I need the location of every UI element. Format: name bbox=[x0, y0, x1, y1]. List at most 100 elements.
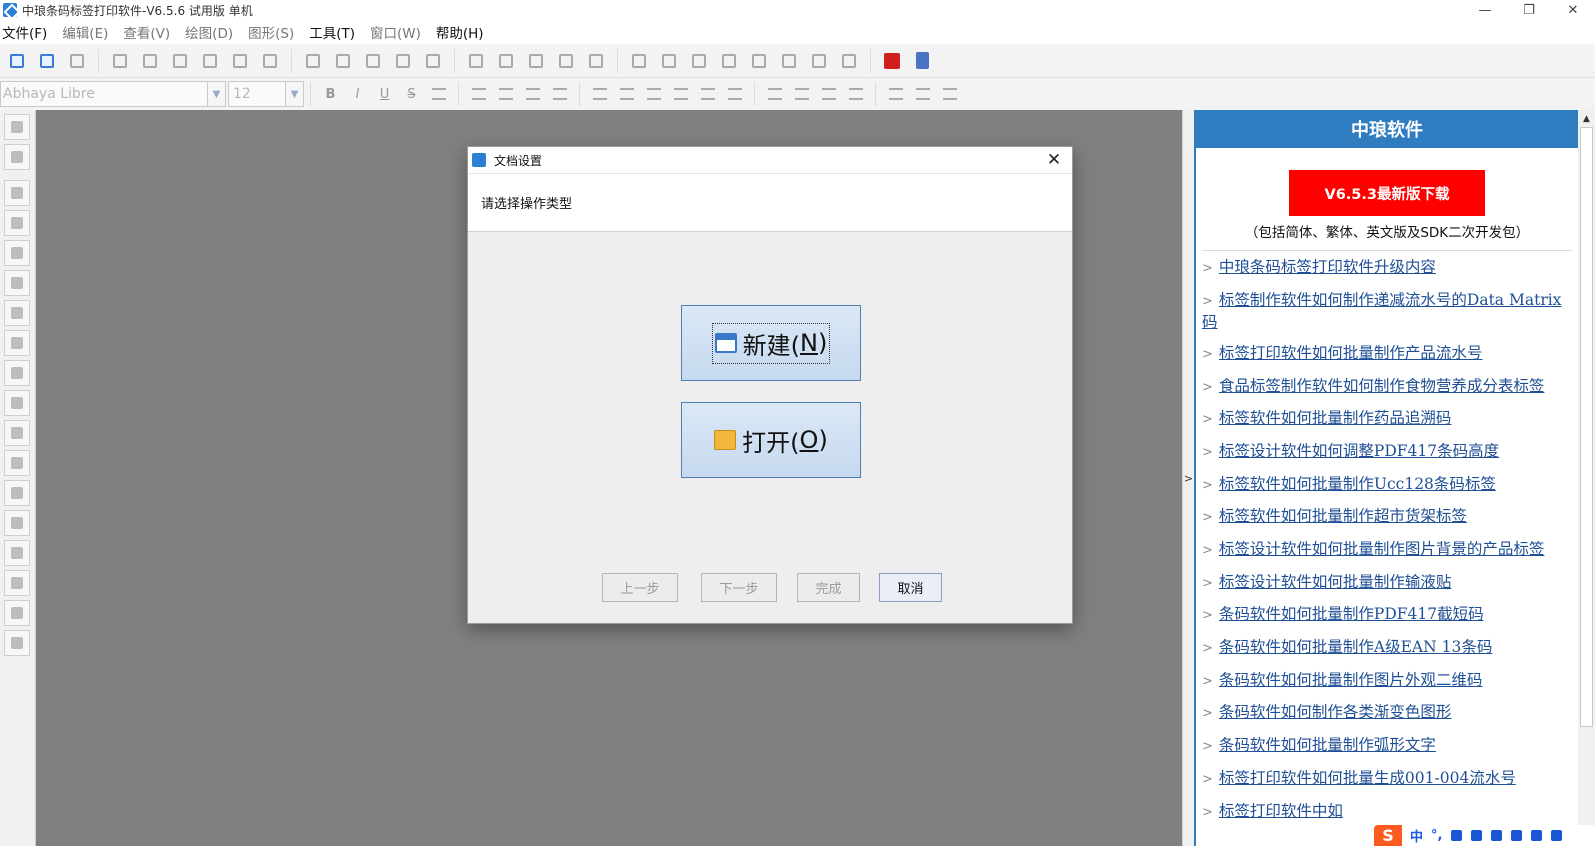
zoom-button[interactable] bbox=[523, 48, 549, 74]
same-height-button[interactable] bbox=[789, 81, 815, 107]
scroll-up-icon[interactable]: ▲ bbox=[1578, 110, 1595, 127]
send-back-button[interactable] bbox=[656, 48, 682, 74]
export-pdf-button[interactable] bbox=[879, 48, 905, 74]
open-document-button[interactable] bbox=[34, 48, 60, 74]
cut-button[interactable] bbox=[300, 48, 326, 74]
lock-button[interactable] bbox=[746, 48, 772, 74]
article-link[interactable]: 标签制作软件如何制作递减流水号的Data Matrix码 bbox=[1202, 291, 1561, 332]
keyboard-icon[interactable] bbox=[1471, 830, 1483, 841]
font-size-select[interactable]: 12 bbox=[228, 81, 286, 107]
grid-button[interactable] bbox=[257, 48, 283, 74]
ungroup-button[interactable] bbox=[716, 48, 742, 74]
article-link[interactable]: 条码软件如何批量制作图片外观二维码 bbox=[1219, 671, 1483, 689]
article-link[interactable]: 标签打印软件如何批量制作产品流水号 bbox=[1219, 344, 1483, 362]
save-button[interactable] bbox=[64, 48, 90, 74]
menu-file[interactable]: 文件(F) bbox=[0, 22, 54, 42]
image-tool[interactable] bbox=[4, 300, 30, 326]
text-effect-button[interactable] bbox=[426, 81, 452, 107]
italic-button[interactable]: I bbox=[345, 81, 371, 107]
parallelogram-tool[interactable] bbox=[4, 630, 30, 656]
font-size-dropdown-icon[interactable]: ▼ bbox=[286, 81, 304, 107]
bring-front-button[interactable] bbox=[626, 48, 652, 74]
align-center-button[interactable] bbox=[493, 81, 519, 107]
download-button[interactable]: V6.5.3最新版下载 bbox=[1289, 170, 1485, 216]
side-panel-scrollbar[interactable]: ▲ bbox=[1578, 110, 1595, 846]
ime-mode-toggle[interactable]: 中 bbox=[1410, 826, 1423, 845]
database-button[interactable] bbox=[197, 48, 223, 74]
fit-page-button[interactable] bbox=[553, 48, 579, 74]
align-button[interactable] bbox=[806, 48, 832, 74]
ime-punctuation-toggle[interactable]: °, bbox=[1431, 828, 1442, 843]
gamepad-icon[interactable] bbox=[1511, 830, 1523, 841]
print-button[interactable] bbox=[137, 48, 163, 74]
redo-button[interactable] bbox=[420, 48, 446, 74]
article-link[interactable]: 条码软件如何批量制作PDF417截短码 bbox=[1219, 605, 1484, 623]
new-document-button[interactable] bbox=[4, 48, 30, 74]
article-link[interactable]: 中琅条码标签打印软件升级内容 bbox=[1219, 258, 1436, 276]
obj-align-top-button[interactable] bbox=[641, 81, 667, 107]
rounded-rect-tool[interactable] bbox=[4, 270, 30, 296]
font-family-select[interactable]: Abhaya Libre bbox=[0, 81, 208, 107]
new-document-big-button[interactable]: 新建(N) bbox=[681, 305, 861, 381]
article-link[interactable]: 标签打印软件如何批量生成001-004流水号 bbox=[1219, 769, 1516, 787]
article-link[interactable]: 条码软件如何制作各类渐变色图形 bbox=[1219, 703, 1452, 721]
menu-help[interactable]: 帮助(H) bbox=[434, 22, 491, 42]
obj-center-h-button[interactable] bbox=[695, 81, 721, 107]
h-spacing-button[interactable] bbox=[816, 81, 842, 107]
open-document-big-button[interactable]: 打开(O) bbox=[681, 402, 861, 478]
rotate-270-button[interactable] bbox=[937, 81, 963, 107]
bold-button[interactable]: B bbox=[318, 81, 344, 107]
actual-size-button[interactable] bbox=[583, 48, 609, 74]
menu-edit[interactable]: 编辑(E) bbox=[60, 22, 115, 42]
rotate-90-button[interactable] bbox=[883, 81, 909, 107]
zoom-in-button[interactable] bbox=[463, 48, 489, 74]
article-link[interactable]: 标签设计软件如何批量制作输液贴 bbox=[1219, 573, 1452, 591]
calculator-button[interactable] bbox=[909, 48, 935, 74]
finish-button[interactable]: 完成 bbox=[797, 573, 860, 602]
zoom-out-button[interactable] bbox=[493, 48, 519, 74]
distribute-button[interactable] bbox=[836, 48, 862, 74]
maximize-button[interactable]: ❐ bbox=[1507, 0, 1551, 20]
menu-draw[interactable]: 绘图(D) bbox=[183, 22, 240, 42]
article-link[interactable]: 条码软件如何批量制作A级EAN 13条码 bbox=[1219, 638, 1492, 656]
line-tool[interactable] bbox=[4, 180, 30, 206]
menu-window[interactable]: 窗口(W) bbox=[368, 22, 428, 42]
settings-button[interactable] bbox=[107, 48, 133, 74]
article-link[interactable]: 标签软件如何批量制作药品追溯码 bbox=[1219, 409, 1452, 427]
justify-button[interactable] bbox=[547, 81, 573, 107]
undo-button[interactable] bbox=[390, 48, 416, 74]
previous-step-button[interactable]: 上一步 bbox=[602, 573, 678, 602]
article-link[interactable]: 条码软件如何批量制作弧形文字 bbox=[1219, 736, 1436, 754]
obj-align-bottom-button[interactable] bbox=[668, 81, 694, 107]
article-link[interactable]: 标签软件如何批量制作Ucc128条码标签 bbox=[1219, 475, 1496, 493]
article-link[interactable]: 标签设计软件如何调整PDF417条码高度 bbox=[1219, 442, 1499, 460]
underline-button[interactable]: U bbox=[372, 81, 398, 107]
menu-tools[interactable]: 工具(T) bbox=[307, 22, 362, 42]
next-step-button[interactable]: 下一步 bbox=[701, 573, 777, 602]
rectangle-tool[interactable] bbox=[4, 210, 30, 236]
obj-center-v-button[interactable] bbox=[722, 81, 748, 107]
pan-tool[interactable] bbox=[4, 144, 30, 170]
polygon-tool[interactable] bbox=[4, 540, 30, 566]
ellipse-tool[interactable] bbox=[4, 240, 30, 266]
v-spacing-button[interactable] bbox=[843, 81, 869, 107]
arc-tool[interactable] bbox=[4, 510, 30, 536]
rotate-180-button[interactable] bbox=[910, 81, 936, 107]
article-link[interactable]: 食品标签制作软件如何制作食物营养成分表标签 bbox=[1219, 377, 1545, 395]
ime-logo[interactable]: S bbox=[1374, 825, 1402, 846]
paragraph-tool[interactable] bbox=[4, 360, 30, 386]
data-source-button[interactable] bbox=[227, 48, 253, 74]
paste-button[interactable] bbox=[360, 48, 386, 74]
strikethrough-button[interactable]: S bbox=[399, 81, 425, 107]
toolbox-icon[interactable] bbox=[1531, 830, 1543, 841]
cancel-button[interactable]: 取消 bbox=[879, 573, 942, 602]
text-tool[interactable] bbox=[4, 330, 30, 356]
properties-button[interactable] bbox=[776, 48, 802, 74]
menu-view[interactable]: 查看(V) bbox=[121, 22, 177, 42]
barcode-tool[interactable] bbox=[4, 390, 30, 416]
triangle-tool[interactable] bbox=[4, 570, 30, 596]
article-link[interactable]: 标签设计软件如何批量制作图片背景的产品标签 bbox=[1219, 540, 1545, 558]
microphone-icon[interactable] bbox=[1451, 830, 1463, 841]
table-tool[interactable] bbox=[4, 450, 30, 476]
group-button[interactable] bbox=[686, 48, 712, 74]
